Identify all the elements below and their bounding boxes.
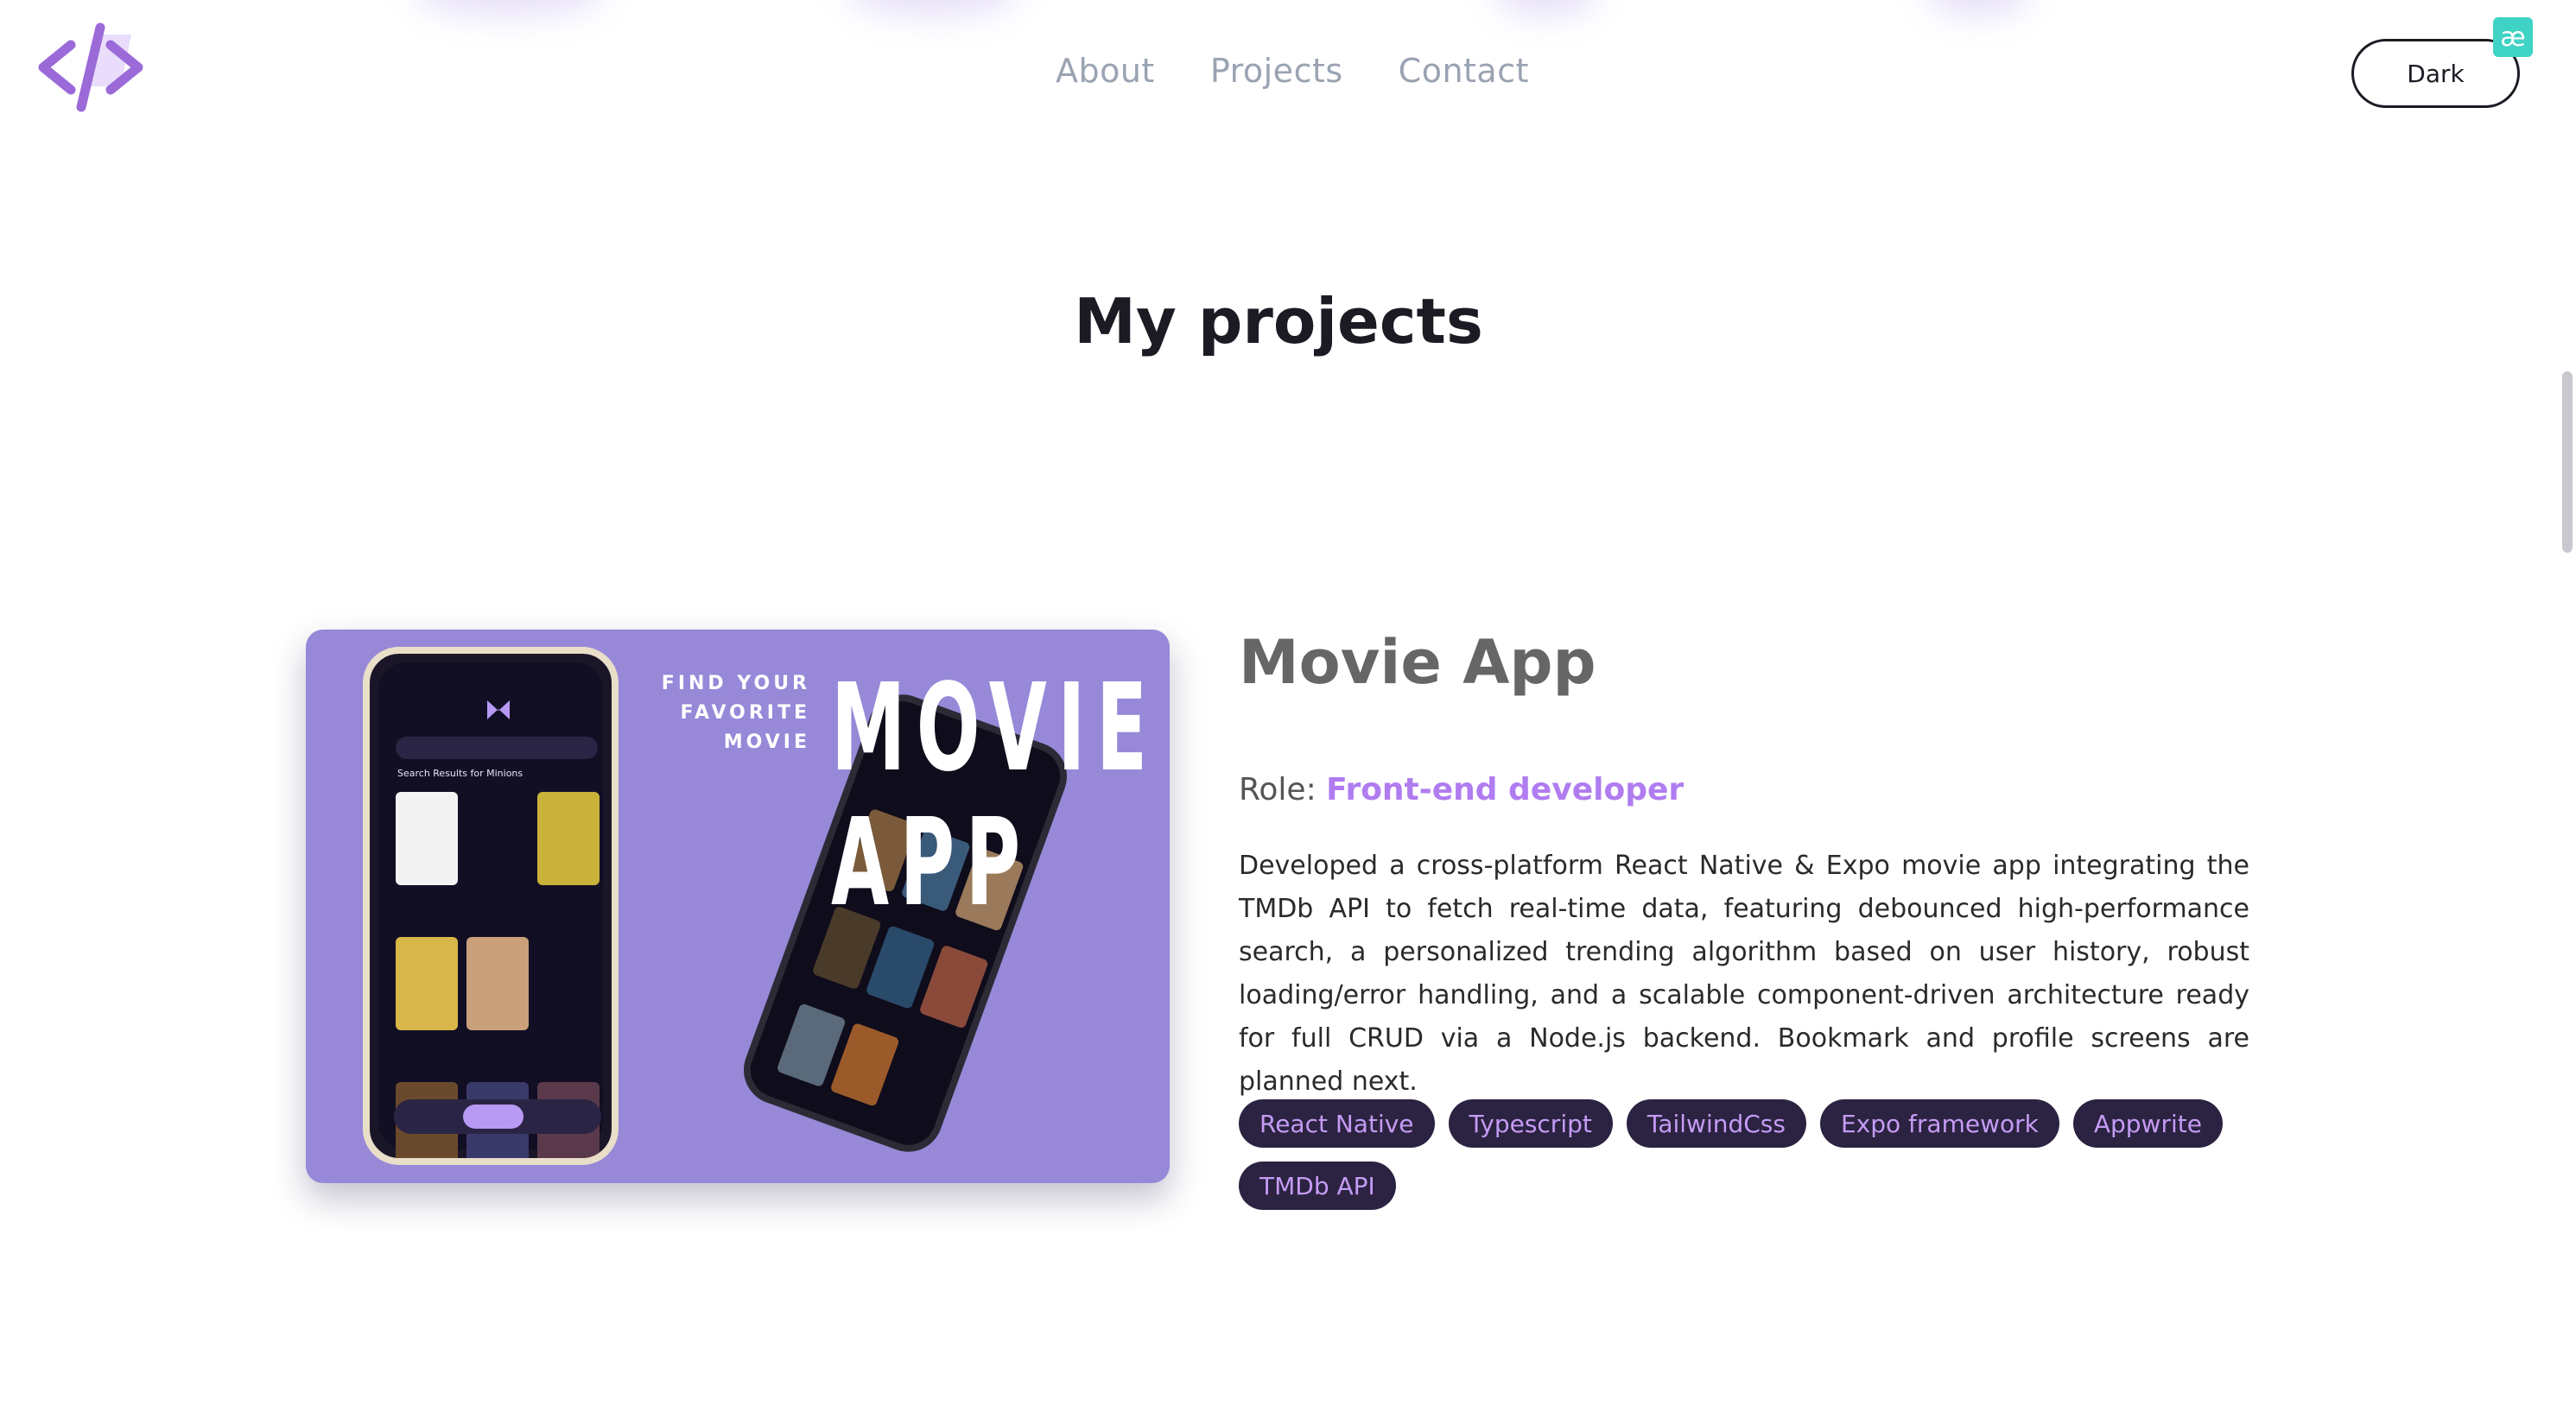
nav-link-contact[interactable]: Contact — [1399, 52, 1529, 95]
decorative-glow — [415, 0, 605, 17]
nav-link-about[interactable]: About — [1056, 52, 1155, 95]
tech-tag: Typescript — [1448, 1099, 1613, 1148]
tech-tag: TailwindCss — [1626, 1099, 1806, 1148]
tech-tag: Expo framework — [1819, 1099, 2059, 1148]
poster-title-movie: MOVIE — [831, 658, 1158, 799]
movie-poster — [396, 937, 458, 1030]
scrollbar-thumb[interactable] — [2562, 371, 2573, 553]
phone-mockup-search: Search Results for Minions — [363, 647, 619, 1165]
project-image: Search Results for Minions FIND YOUR FAV… — [306, 630, 1170, 1183]
decorative-glow — [1926, 0, 2030, 17]
tech-tag: React Native — [1239, 1099, 1435, 1148]
tech-tag: TMDb API — [1239, 1162, 1396, 1210]
app-logo-icon — [487, 700, 510, 719]
poster-title-app: APP — [831, 793, 1031, 934]
section-title: My projects — [1074, 285, 1483, 358]
search-tab — [463, 1105, 523, 1129]
nav-link-projects[interactable]: Projects — [1210, 52, 1343, 95]
project-description: Developed a cross-platform React Native … — [1239, 851, 2249, 1097]
role-label: Role: — [1239, 772, 1317, 807]
decorative-glow — [1494, 0, 1598, 17]
role-value: Front-end developer — [1326, 772, 1685, 807]
movie-poster — [396, 792, 458, 885]
project-title: Movie App — [1239, 627, 1596, 698]
extension-icon[interactable]: æ — [2493, 17, 2533, 57]
tab-bar — [394, 1099, 601, 1134]
search-bar — [396, 737, 598, 759]
main-nav: About Projects Contact — [0, 52, 2576, 95]
tech-tags: React Native Typescript TailwindCss Expo… — [1239, 1099, 2258, 1210]
search-results-label: Search Results for Minions — [397, 768, 523, 779]
tagline: FIND YOUR FAVORITE MOVIE — [661, 673, 810, 753]
project-role: Role: Front-end developer — [1239, 772, 1684, 807]
movie-poster — [537, 792, 600, 885]
tech-tag: Appwrite — [2072, 1099, 2223, 1148]
decorative-glow — [847, 0, 1019, 17]
movie-poster — [466, 937, 529, 1030]
